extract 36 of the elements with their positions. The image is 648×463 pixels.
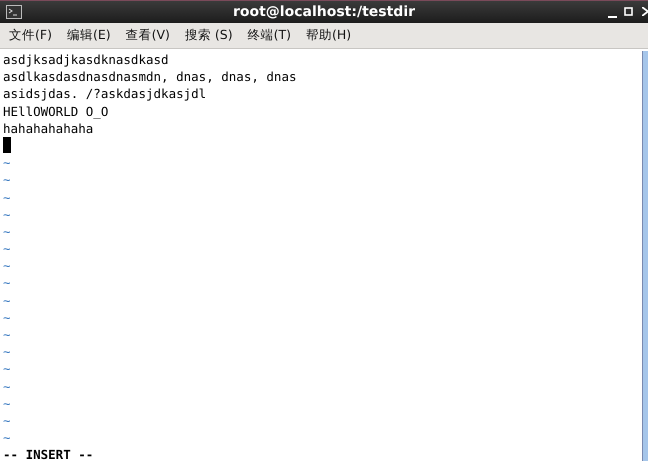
empty-line-marker: ~ [3,188,11,206]
empty-line-marker: ~ [3,274,11,292]
empty-line-marker: ~ [3,308,11,326]
close-icon[interactable] [642,7,648,16]
terminal-icon [6,5,22,19]
empty-line-marker: ~ [3,292,11,309]
minimize-icon[interactable] [608,15,617,19]
empty-line-marker: ~ [3,257,11,274]
empty-line-marker: ~ [3,222,11,240]
empty-line-marker: ~ [3,206,11,223]
empty-line-marker: ~ [3,394,11,412]
text-line: HEllOWORLD O_O [3,102,108,120]
empty-line-marker: ~ [3,326,11,344]
mode-indicator: -- INSERT -- [3,446,94,463]
empty-line-marker: ~ [3,240,11,258]
menu-item[interactable]: 文件(F) [0,26,58,45]
empty-line-marker: ~ [3,154,11,172]
empty-line-marker: ~ [3,429,11,446]
text-line: hahahahahaha [3,120,94,137]
menu-item[interactable]: 编辑(E) [58,26,117,45]
text-line: asdlkasdasdnasdnasmdn, dnas, dnas, dnas [3,68,296,86]
maximize-icon[interactable] [624,7,633,16]
window-title: root@localhost:/testdir [232,4,416,20]
menu-item[interactable]: 搜索 (S) [176,26,239,45]
empty-line-marker: ~ [3,171,11,188]
empty-line-marker: ~ [3,412,11,430]
empty-line-marker: ~ [3,343,11,360]
menu-item[interactable]: 终端(T) [238,26,297,45]
scrollbar[interactable] [642,51,648,461]
text-cursor [3,136,11,153]
text-line: asdjksadjkasdknasdkasd [3,51,169,68]
menu-item[interactable]: 帮助(H) [296,26,358,45]
empty-line-marker: ~ [3,378,11,395]
empty-line-marker: ~ [3,360,11,378]
menu-item[interactable]: 查看(V) [116,26,176,45]
text-line: asidsjdas. /?askdasjdkasjdl [3,85,206,103]
